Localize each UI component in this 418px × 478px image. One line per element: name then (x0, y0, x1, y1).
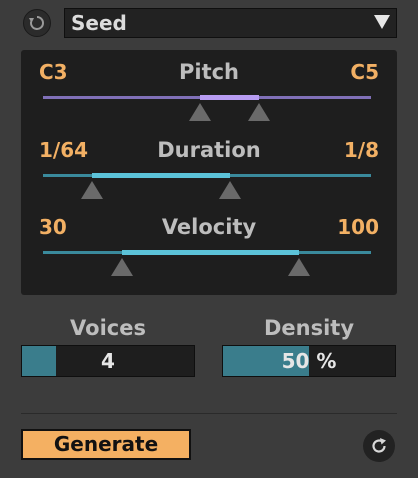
preset-dropdown[interactable]: Seed (64, 8, 397, 38)
refresh-icon (370, 437, 388, 455)
pitch-fill (200, 95, 260, 100)
pitch-high-handle[interactable] (248, 103, 271, 121)
duration-high-handle[interactable] (218, 181, 241, 199)
voices-label: Voices (70, 316, 146, 340)
duration-low-handle[interactable] (81, 181, 104, 199)
pitch-high-value[interactable]: C5 (350, 60, 379, 84)
pitch-low-handle[interactable] (189, 103, 212, 121)
voices-number-box[interactable]: 4 (21, 345, 195, 377)
pitch-label: Pitch (178, 60, 240, 84)
dropdown-arrow-icon (374, 15, 390, 29)
pitch-row: C3 Pitch C5 (21, 50, 397, 121)
cycle-icon (28, 14, 46, 32)
velocity-high-value[interactable]: 100 (337, 215, 379, 239)
generate-button[interactable]: Generate (21, 429, 191, 460)
header-bar: Seed (0, 0, 418, 46)
velocity-row: 30 Velocity 100 (21, 205, 397, 276)
duration-fill (92, 173, 230, 178)
preset-value: Seed (71, 11, 127, 35)
velocity-low-handle[interactable] (110, 258, 133, 276)
divider (21, 413, 397, 414)
duration-label: Duration (157, 138, 261, 162)
density-value: 50 % (281, 349, 337, 373)
duration-row: 1/64 Duration 1/8 (21, 128, 397, 199)
pitch-range-slider[interactable] (43, 95, 371, 124)
velocity-high-handle[interactable] (287, 258, 310, 276)
parameters-panel: C3 Pitch C5 1/64 Duration 1/8 30 Velocit… (21, 50, 397, 295)
density-number-box[interactable]: 50 % (222, 345, 396, 377)
density-label: Density (263, 316, 355, 340)
voices-value: 4 (101, 349, 115, 373)
velocity-range-slider[interactable] (43, 250, 371, 279)
velocity-fill (121, 250, 299, 255)
cycle-button[interactable] (23, 9, 51, 37)
refresh-button[interactable] (363, 430, 395, 462)
duration-range-slider[interactable] (43, 173, 371, 202)
duration-high-value[interactable]: 1/8 (344, 138, 379, 162)
